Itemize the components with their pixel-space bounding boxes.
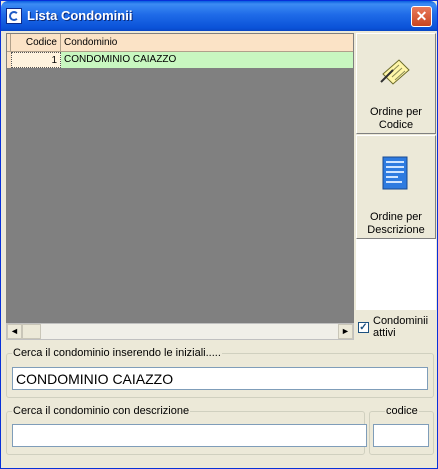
order-by-description-button[interactable]: Ordine per Descrizione [356,135,436,239]
active-condominii-checkbox[interactable]: ✓ Condominii attivi [356,314,436,342]
code-input[interactable] [373,424,429,447]
document-icon [382,156,408,190]
order-by-code-label-2: Codice [378,119,414,131]
column-header-condominio[interactable]: Condominio [61,34,353,51]
order-by-code-button[interactable]: Ordine per Codice [356,33,436,134]
code-group: codice [369,405,434,455]
cell-condominio[interactable]: CONDOMINIO CAIAZZO [61,52,353,68]
search-description-input[interactable] [12,424,367,447]
order-by-code-label-1: Ordine per [370,106,422,118]
search-initials-input[interactable] [12,367,428,390]
window: Lista Condominii ✕ Codice Condominio 1 C… [0,0,438,469]
checkbox-label-line-1: Condominii [373,315,429,327]
checkbox-box[interactable]: ✓ [358,322,369,333]
app-icon [6,8,22,24]
cell-codice[interactable]: 1 [11,52,61,68]
window-title: Lista Condominii [27,8,133,23]
search-initials-label: Cerca il condominio inserendo le inizial… [12,347,222,359]
grid-header: Codice Condominio [7,34,353,52]
scroll-right-button[interactable]: ► [338,324,353,339]
blank-panel [356,239,436,310]
checkbox-label: Condominii attivi [373,315,428,339]
scroll-left-button[interactable]: ◄ [7,324,22,339]
close-button[interactable]: ✕ [411,6,432,27]
edit-note-icon [380,59,410,85]
table-row[interactable]: 1 CONDOMINIO CAIAZZO [7,52,353,68]
search-description-label: Cerca il condominio con descrizione [12,405,191,417]
order-by-description-label-1: Ordine per [370,211,422,223]
title-bar: Lista Condominii ✕ [1,1,437,31]
search-initials-group: Cerca il condominio inserendo le inizial… [6,347,434,398]
scroll-thumb[interactable] [22,324,41,339]
code-label: codice [385,405,419,417]
order-by-description-label-2: Descrizione [367,224,425,236]
column-header-codice[interactable]: Codice [11,34,61,51]
checkbox-label-line-2: attivi [373,327,396,339]
condominii-grid[interactable]: Codice Condominio 1 CONDOMINIO CAIAZZO [6,33,354,323]
horizontal-scrollbar[interactable]: ◄ ► [6,323,354,340]
search-description-group: Cerca il condominio con descrizione [6,405,367,455]
